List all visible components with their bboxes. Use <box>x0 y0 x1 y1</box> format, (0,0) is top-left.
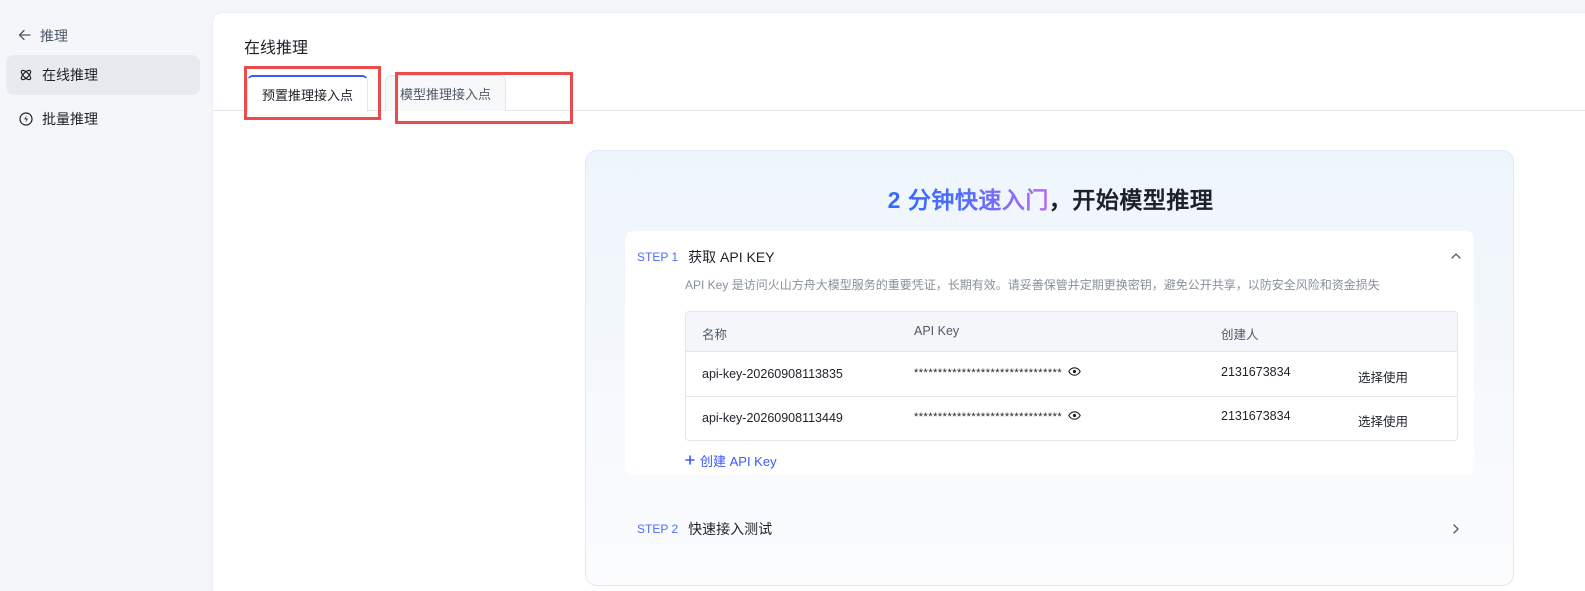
lightning-circle-icon <box>19 112 33 126</box>
api-key-masked: ******************************* <box>914 367 1082 379</box>
create-api-key-button[interactable]: 创建 API Key <box>685 451 777 470</box>
table-row: api-key-20260908113449 *****************… <box>686 397 1457 440</box>
back-button[interactable]: 推理 <box>18 26 68 46</box>
api-key-table: 名称 API Key 创建人 api-key-20260908113835 **… <box>685 311 1458 441</box>
step1-tag: STEP 1 <box>637 250 679 264</box>
step2-tag: STEP 2 <box>637 522 679 536</box>
atom-icon <box>19 68 33 82</box>
quickstart-headline: 2 分钟快速入门，开始模型推理 <box>586 181 1515 215</box>
headline-highlight: 2 分钟快速入门 <box>887 187 1049 213</box>
api-key-value: ******************************* <box>914 411 1063 423</box>
tab-preset-endpoint[interactable]: 预置推理接入点 <box>247 75 369 112</box>
api-key-creator: 2131673834 <box>1221 365 1291 379</box>
page-title: 在线推理 <box>244 40 309 57</box>
tab-model-endpoint[interactable]: 模型推理接入点 <box>385 75 507 111</box>
sidebar-item-label: 在线推理 <box>42 67 98 83</box>
chevron-right-icon[interactable] <box>1451 524 1461 534</box>
headline-rest: ，开始模型推理 <box>1048 187 1214 213</box>
sidebar-item-label: 批量推理 <box>42 111 98 127</box>
eye-icon[interactable] <box>1068 411 1082 423</box>
step2-panel[interactable]: STEP 2 快速接入测试 <box>625 509 1474 549</box>
sidebar-item-batch-inference[interactable]: 批量推理 <box>6 99 200 139</box>
plus-icon <box>685 453 695 468</box>
arrow-left-icon <box>18 28 31 44</box>
api-key-name: api-key-20260908113835 <box>702 367 843 381</box>
column-header-api-key: API Key <box>914 324 960 338</box>
eye-icon[interactable] <box>1068 367 1082 379</box>
create-api-key-label: 创建 API Key <box>700 454 777 469</box>
chevron-up-icon[interactable] <box>1451 251 1461 261</box>
step1-description: API Key 是访问火山方舟大模型服务的重要凭证，长期有效。请妥善保管并定期更… <box>685 278 1380 292</box>
api-key-value: ******************************* <box>914 367 1063 379</box>
step1-header[interactable]: STEP 1 获取 API KEY <box>637 247 775 267</box>
api-key-creator: 2131673834 <box>1221 409 1291 423</box>
main-panel: 在线推理 预置推理接入点 模型推理接入点 2 分钟快速入门，开始模型推理 STE… <box>212 12 1585 591</box>
api-key-masked: ******************************* <box>914 411 1082 423</box>
quickstart-card: 2 分钟快速入门，开始模型推理 STEP 1 获取 API KEY API Ke… <box>585 150 1514 586</box>
sidebar-item-online-inference[interactable]: 在线推理 <box>6 55 200 95</box>
sidebar: 推理 在线推理 批量推理 <box>0 0 212 591</box>
table-header: 名称 API Key 创建人 <box>686 312 1457 352</box>
back-label: 推理 <box>40 28 68 44</box>
select-use-button[interactable]: 选择使用 <box>1358 411 1408 430</box>
step2-title: 快速接入测试 <box>688 521 773 537</box>
step1-title: 获取 API KEY <box>688 249 775 265</box>
table-row: api-key-20260908113835 *****************… <box>686 352 1457 397</box>
column-header-name: 名称 <box>702 328 728 342</box>
select-use-button[interactable]: 选择使用 <box>1358 367 1408 386</box>
api-key-name: api-key-20260908113449 <box>702 411 843 425</box>
step2-header[interactable]: STEP 2 快速接入测试 <box>637 519 772 539</box>
step1-panel: STEP 1 获取 API KEY API Key 是访问火山方舟大模型服务的重… <box>625 231 1474 475</box>
column-header-creator: 创建人 <box>1221 328 1259 342</box>
